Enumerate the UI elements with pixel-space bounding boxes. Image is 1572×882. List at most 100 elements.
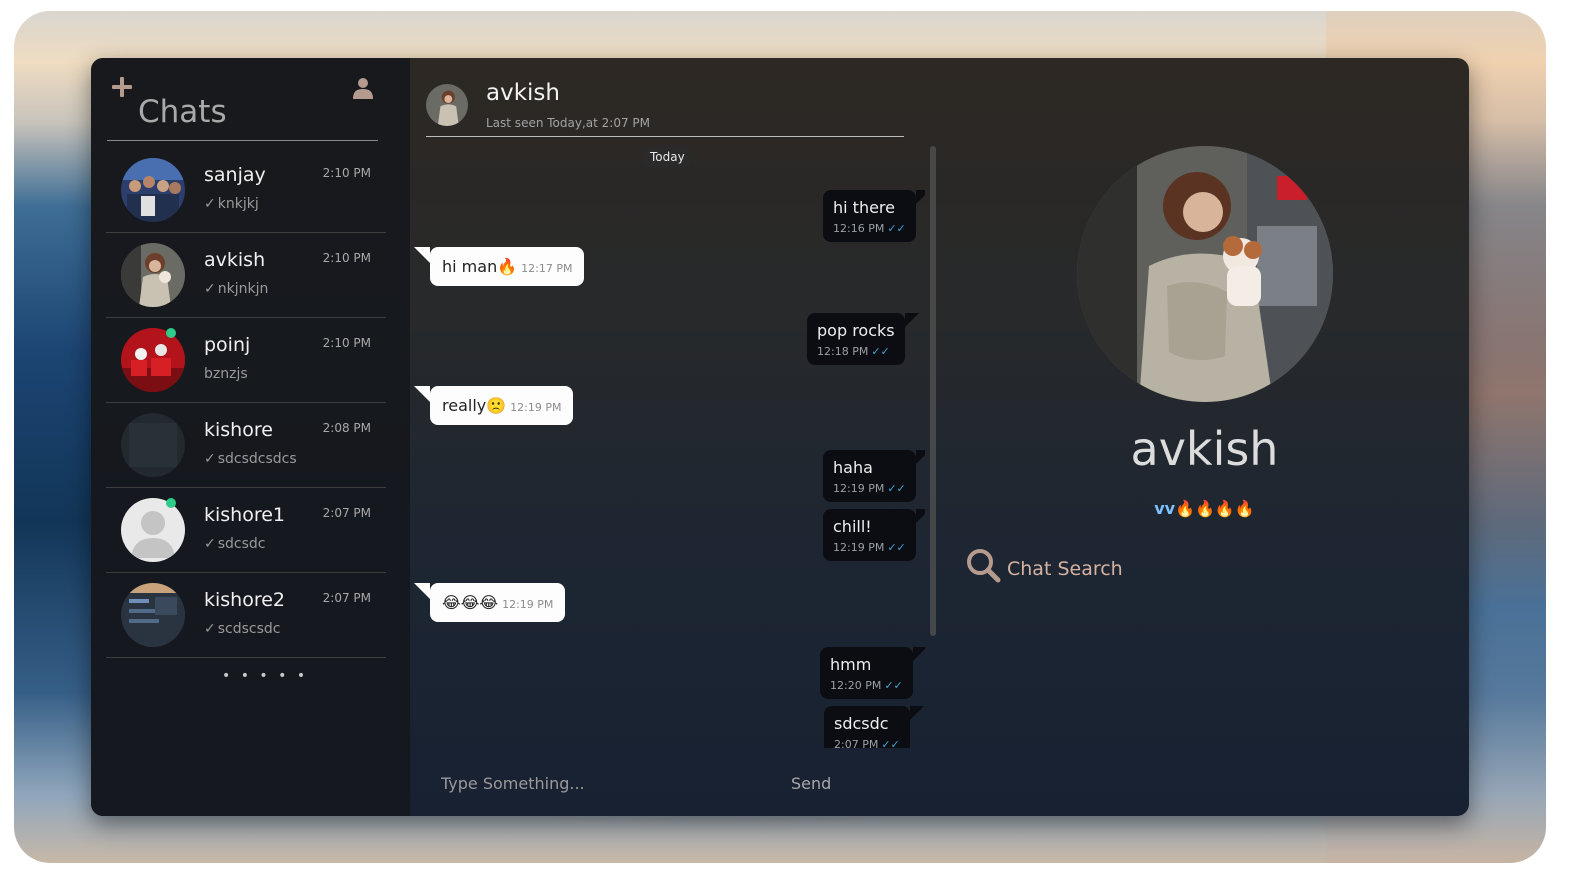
message-incoming: 😂😂😂 12:19 PM	[413, 583, 566, 622]
message-incoming: really🙁 12:19 PM	[413, 386, 574, 425]
message-time: 12:17 PM	[521, 262, 573, 275]
chat-preview-text: nkjnkjn	[217, 281, 269, 297]
chat-item-kishore[interactable]: kishore 2:08 PM ✓ sdcsdcsdcs	[106, 403, 386, 488]
message-outgoing: sdcsdc 2:07 PM ✓✓	[824, 706, 924, 748]
message-outgoing: haha 12:19 PM ✓✓	[823, 450, 925, 502]
message-time: 12:19 PM	[510, 401, 562, 414]
contact-name: avkish	[486, 80, 560, 106]
chat-name: kishore	[204, 419, 273, 441]
avatar	[121, 583, 185, 647]
user-icon[interactable]	[353, 77, 373, 99]
header-divider	[426, 136, 904, 137]
avatar	[121, 498, 185, 562]
check-icon: ✓	[204, 621, 216, 637]
chat-app-window: Chats sanjay 2:10 PM ✓ knkjkj avkish 2:1…	[91, 58, 1469, 816]
profile-photo[interactable]	[1077, 146, 1333, 402]
message-text: hmm	[830, 655, 872, 674]
profile-name: avkish	[1130, 422, 1279, 476]
chat-preview-text: sdcsdc	[217, 536, 266, 552]
message-text: 😂😂😂	[442, 593, 499, 612]
check-icon: ✓	[204, 536, 216, 552]
chat-list: sanjay 2:10 PM ✓ knkjkj avkish 2:10 PM ✓…	[106, 148, 386, 658]
check-icon: ✓	[204, 451, 216, 467]
chat-name: poinj	[204, 334, 251, 356]
plus-icon[interactable]	[112, 77, 132, 97]
chat-time: 2:10 PM	[322, 251, 371, 265]
message-text: pop rocks	[817, 321, 895, 340]
message-time: 12:18 PM	[817, 345, 869, 358]
chat-name: avkish	[204, 249, 266, 271]
chat-preview-text: knkjkj	[217, 196, 259, 212]
chat-name: kishore1	[204, 504, 286, 526]
avatar	[121, 328, 185, 392]
chat-time: 2:07 PM	[322, 591, 371, 605]
read-ticks-icon: ✓✓	[887, 541, 906, 554]
chat-time: 2:08 PM	[322, 421, 371, 435]
read-ticks-icon: ✓✓	[887, 222, 906, 235]
chat-preview: ✓ sdcsdc	[204, 536, 266, 552]
chat-name: kishore2	[204, 589, 286, 611]
chat-preview: bznzjs	[204, 366, 248, 382]
chat-item-sanjay[interactable]: sanjay 2:10 PM ✓ knkjkj	[106, 148, 386, 233]
last-seen-status: Last seen Today,at 2:07 PM	[486, 116, 650, 130]
chat-preview: ✓ sdcsdcsdcs	[204, 451, 297, 467]
load-more-dots[interactable]: • • • • •	[222, 668, 308, 684]
conversation-pane: avkish Last seen Today,at 2:07 PM Today …	[410, 58, 940, 816]
message-time: 12:19 PM	[833, 482, 885, 495]
send-button[interactable]: Send	[791, 774, 831, 793]
check-icon: ✓	[204, 281, 216, 297]
online-indicator	[166, 498, 176, 508]
read-ticks-icon: ✓✓	[871, 345, 890, 358]
messages-scrollbar[interactable]	[930, 146, 936, 636]
avatar	[121, 158, 185, 222]
fire-emoji-icon: 🔥🔥🔥🔥	[1175, 499, 1255, 518]
online-indicator	[166, 328, 176, 338]
header-avatar[interactable]	[426, 84, 468, 126]
message-time: 2:07 PM	[834, 738, 879, 748]
message-text: chill!	[833, 517, 872, 536]
message-input[interactable]	[441, 774, 741, 793]
check-icon: ✓	[204, 196, 216, 212]
chat-name: sanjay	[204, 164, 266, 186]
profile-pane: avkish vv🔥🔥🔥🔥 Chat Search	[940, 58, 1469, 816]
message-text: really🙁	[442, 396, 507, 415]
message-outgoing: hi there 12:16 PM ✓✓	[823, 190, 925, 242]
profile-status-text: vv	[1154, 499, 1176, 518]
avatar	[121, 413, 185, 477]
chat-preview-text: sdcsdcsdcs	[217, 451, 297, 467]
sidebar-divider	[107, 140, 378, 141]
chat-item-kishore1[interactable]: kishore1 2:07 PM ✓ sdcsdc	[106, 488, 386, 573]
chat-preview: ✓ scdscsdc	[204, 621, 280, 637]
chat-search-label: Chat Search	[1007, 558, 1123, 580]
message-text: sdcsdc	[834, 714, 889, 733]
message-incoming: hi man🔥 12:17 PM	[413, 247, 585, 286]
message-text: hi man🔥	[442, 257, 518, 276]
chat-sidebar: Chats sanjay 2:10 PM ✓ knkjkj avkish 2:1…	[91, 58, 410, 816]
chat-preview: ✓ nkjnkjn	[204, 281, 268, 297]
avatar	[121, 243, 185, 307]
message-outgoing: pop rocks 12:18 PM ✓✓	[807, 313, 919, 365]
message-outgoing: hmm 12:20 PM ✓✓	[820, 647, 925, 699]
profile-status: vv🔥🔥🔥🔥	[940, 499, 1469, 518]
message-time: 12:19 PM	[833, 541, 885, 554]
message-time: 12:16 PM	[833, 222, 885, 235]
chat-time: 2:10 PM	[322, 166, 371, 180]
chat-item-avkish[interactable]: avkish 2:10 PM ✓ nkjnkjn	[106, 233, 386, 318]
chat-time: 2:10 PM	[322, 336, 371, 350]
chat-item-poinj[interactable]: poinj 2:10 PM bznzjs	[106, 318, 386, 403]
chat-time: 2:07 PM	[322, 506, 371, 520]
message-text: hi there	[833, 198, 895, 217]
message-input-area	[441, 774, 741, 793]
message-time: 12:20 PM	[830, 679, 882, 692]
message-outgoing: chill! 12:19 PM ✓✓	[823, 509, 925, 561]
chat-preview-text: bznzjs	[204, 366, 248, 382]
read-ticks-icon: ✓✓	[887, 482, 906, 495]
message-text: haha	[833, 458, 873, 477]
read-ticks-icon: ✓✓	[884, 679, 903, 692]
read-ticks-icon: ✓✓	[881, 738, 900, 748]
search-icon	[967, 549, 1001, 583]
chat-item-kishore2[interactable]: kishore2 2:07 PM ✓ scdscsdc	[106, 573, 386, 658]
message-list: hi there 12:16 PM ✓✓ hi man🔥 12:17 PM pop …	[410, 158, 925, 748]
message-time: 12:19 PM	[502, 598, 554, 611]
sidebar-title: Chats	[138, 94, 227, 130]
